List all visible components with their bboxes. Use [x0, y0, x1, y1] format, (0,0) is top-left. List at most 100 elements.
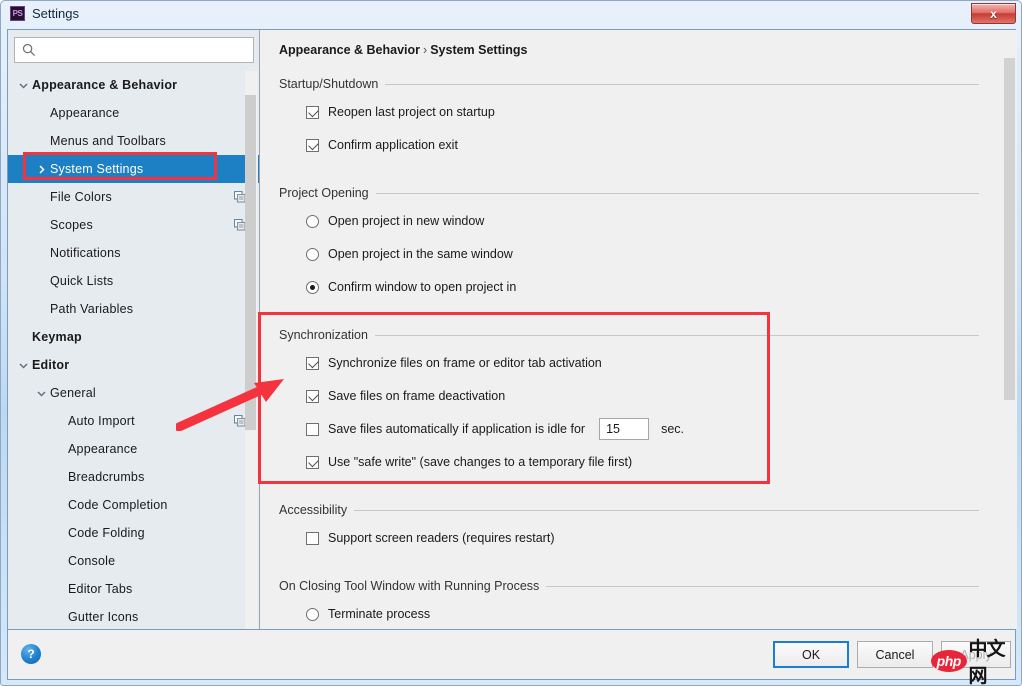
checkbox-row[interactable]: Confirm application exit [306, 134, 979, 156]
section-divider [385, 84, 979, 85]
radio-row[interactable]: Open project in the same window [306, 243, 979, 265]
radio-button-unchecked[interactable] [306, 248, 319, 261]
sidebar-item-console[interactable]: Console [8, 547, 260, 575]
main-scrollbar-thumb[interactable] [1004, 58, 1015, 400]
checkbox-checked[interactable] [306, 139, 319, 152]
section-title: Startup/Shutdown [279, 77, 378, 91]
main-scrollbar[interactable] [1003, 30, 1017, 629]
chevron-down-icon[interactable] [17, 79, 30, 92]
sidebar-item-quick-lists[interactable]: Quick Lists [8, 267, 260, 295]
radio-row[interactable]: Terminate process [306, 603, 979, 625]
sidebar-item-gutter-icons[interactable]: Gutter Icons [8, 603, 260, 629]
sidebar-item-file-colors[interactable]: File Colors [8, 183, 260, 211]
section-header: Project Opening [279, 185, 979, 201]
section-header: Synchronization [279, 327, 979, 343]
checkbox-unchecked[interactable] [306, 423, 319, 436]
radio-button-checked[interactable] [306, 281, 319, 294]
twisty-placeholder [53, 583, 66, 596]
checkbox-row[interactable]: Support screen readers (requires restart… [306, 527, 979, 549]
sidebar-item-breadcrumbs[interactable]: Breadcrumbs [8, 463, 260, 491]
cancel-button[interactable]: Cancel [857, 641, 933, 668]
search-input[interactable] [41, 41, 247, 59]
sidebar-item-label: File Colors [50, 190, 112, 204]
sidebar-item-label: Editor [32, 358, 69, 372]
checkbox-row[interactable]: Reopen last project on startup [306, 101, 979, 123]
radio-row[interactable]: Confirm window to open project in [306, 276, 979, 298]
section-title: On Closing Tool Window with Running Proc… [279, 579, 539, 593]
sidebar-item-notifications[interactable]: Notifications [8, 239, 260, 267]
sidebar-item-system-settings[interactable]: System Settings [8, 155, 260, 183]
sidebar-item-label: Console [68, 554, 115, 568]
close-icon[interactable]: x [971, 3, 1016, 24]
search-box[interactable] [14, 37, 254, 63]
twisty-placeholder [53, 443, 66, 456]
checkbox-row[interactable]: Save files on frame deactivation [306, 385, 979, 407]
section-on-closing-tool-window-with-running-process: On Closing Tool Window with Running Proc… [279, 578, 979, 629]
breadcrumb-current: System Settings [430, 43, 527, 57]
help-icon[interactable]: ? [21, 644, 41, 664]
option-label: Support screen readers (requires restart… [328, 531, 554, 545]
sidebar-item-code-folding[interactable]: Code Folding [8, 519, 260, 547]
sidebar-item-label: Breadcrumbs [68, 470, 145, 484]
section-divider [546, 586, 979, 587]
radio-row[interactable]: Open project in new window [306, 210, 979, 232]
checkbox-row[interactable]: Synchronize files on frame or editor tab… [306, 352, 979, 374]
section-project-opening: Project Opening Open project in new windo… [279, 185, 979, 309]
twisty-placeholder [35, 135, 48, 148]
phpstorm-icon: PS [10, 6, 25, 21]
checkbox-checked[interactable] [306, 456, 319, 469]
sidebar-item-label: Menus and Toolbars [50, 134, 166, 148]
sidebar-item-general[interactable]: General [8, 379, 260, 407]
settings-main-panel: Appearance & Behavior›System Settings St… [261, 30, 1017, 629]
breadcrumb-parent[interactable]: Appearance & Behavior [279, 43, 420, 57]
sidebar-item-path-variables[interactable]: Path Variables [8, 295, 260, 323]
sidebar-item-label: Keymap [32, 330, 82, 344]
sidebar-item-label: Appearance [50, 106, 119, 120]
checkbox-checked[interactable] [306, 390, 319, 403]
twisty-placeholder [35, 247, 48, 260]
sidebar-item-appearance-behavior[interactable]: Appearance & Behavior [8, 71, 260, 99]
sidebar-item-menus-and-toolbars[interactable]: Menus and Toolbars [8, 127, 260, 155]
option-label: Open project in new window [328, 214, 484, 228]
checkbox-checked[interactable] [306, 357, 319, 370]
checkbox-unchecked[interactable] [306, 532, 319, 545]
section-divider [376, 193, 979, 194]
sidebar-item-editor-tabs[interactable]: Editor Tabs [8, 575, 260, 603]
sidebar-item-scopes[interactable]: Scopes [8, 211, 260, 239]
ok-button[interactable]: OK [773, 641, 849, 668]
section-title: Accessibility [279, 503, 347, 517]
window-title: Settings [32, 6, 79, 21]
checkbox-row[interactable]: Save files automatically if application … [306, 418, 979, 440]
option-label: Confirm window to open project in [328, 280, 516, 294]
sidebar-item-editor[interactable]: Editor [8, 351, 260, 379]
checkbox-checked[interactable] [306, 106, 319, 119]
title-bar: PS Settings x [1, 1, 1021, 29]
radio-button-unchecked[interactable] [306, 608, 319, 621]
sidebar-item-label: Notifications [50, 246, 121, 260]
radio-button-unchecked[interactable] [306, 215, 319, 228]
chevron-down-icon[interactable] [35, 387, 48, 400]
sidebar-item-label: Scopes [50, 218, 93, 232]
checkbox-row[interactable]: Use "safe write" (save changes to a temp… [306, 451, 979, 473]
chevron-right-icon[interactable] [35, 163, 48, 176]
sidebar-item-keymap[interactable]: Keymap [8, 323, 260, 351]
sidebar-item-label: Editor Tabs [68, 582, 133, 596]
option-label: Save files on frame deactivation [328, 389, 505, 403]
sidebar-item-auto-import[interactable]: Auto Import [8, 407, 260, 435]
sidebar-scrollbar-thumb[interactable] [245, 95, 256, 430]
section-startup-shutdown: Startup/Shutdown Reopen last project on s… [279, 76, 979, 167]
sidebar-scrollbar[interactable] [245, 71, 258, 629]
sidebar-item-code-completion[interactable]: Code Completion [8, 491, 260, 519]
twisty-placeholder [53, 555, 66, 568]
idle-seconds-input[interactable]: 15 [599, 418, 649, 440]
sidebar-item-appearance[interactable]: Appearance [8, 435, 260, 463]
sidebar-item-label: Quick Lists [50, 274, 113, 288]
option-label: Use "safe write" (save changes to a temp… [328, 455, 632, 469]
twisty-placeholder [53, 527, 66, 540]
option-label: Synchronize files on frame or editor tab… [328, 356, 602, 370]
sidebar-item-appearance[interactable]: Appearance [8, 99, 260, 127]
option-label: Open project in the same window [328, 247, 513, 261]
chevron-down-icon[interactable] [17, 359, 30, 372]
twisty-placeholder [53, 611, 66, 624]
title-bar-left: PS Settings [10, 6, 79, 21]
